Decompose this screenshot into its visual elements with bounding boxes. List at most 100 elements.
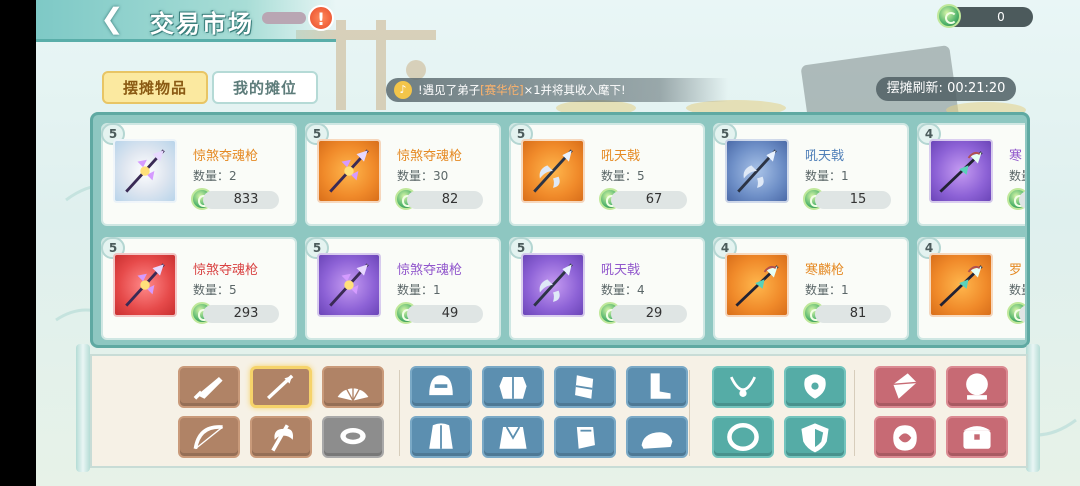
item-card[interactable]: 4罗数量： bbox=[917, 237, 1025, 340]
quantity-label: 数量： bbox=[397, 283, 434, 297]
orb-filter-icon[interactable] bbox=[946, 366, 1008, 408]
item-name: 寒 bbox=[1009, 149, 1023, 164]
quantity-label: 数量： bbox=[193, 169, 230, 183]
item-quantity: 数量：5 bbox=[193, 281, 237, 298]
announcement-bar: ♪ !遇见了弟子[赛华佗]×1并将其收入麾下! bbox=[386, 78, 728, 102]
halberd-icon bbox=[521, 253, 585, 317]
item-price: 29 bbox=[611, 305, 687, 323]
armor-filter-icon[interactable] bbox=[482, 366, 544, 408]
item-quantity: 数量：30 bbox=[397, 167, 448, 184]
header-banner: ❮ 交易市场 ! bbox=[36, 0, 336, 42]
page-title: 交易市场 bbox=[150, 9, 254, 38]
robe-filter-icon[interactable] bbox=[482, 416, 544, 458]
spear-filter-icon[interactable] bbox=[250, 366, 312, 408]
quantity-value: 1 bbox=[841, 283, 849, 297]
helmet-filter-icon[interactable] bbox=[410, 366, 472, 408]
fan-filter-icon[interactable] bbox=[322, 366, 384, 408]
spear-icon bbox=[317, 253, 381, 317]
bow-filter-icon[interactable] bbox=[178, 416, 240, 458]
market-screen: ❮ 交易市场 ! 0 摆摊物品 我的摊位 ♪ !遇见了弟子[赛华佗]×1并将其收… bbox=[36, 0, 1080, 486]
refresh-timer: 摆摊刷新: 00:21:20 bbox=[876, 77, 1016, 101]
quantity-label: 数量： bbox=[1009, 169, 1025, 183]
quantity-value: 2 bbox=[229, 169, 237, 183]
item-price: 82 bbox=[407, 191, 483, 209]
item-name: 惊煞夺魂枪 bbox=[193, 149, 259, 164]
tab-stall-items[interactable]: 摆摊物品 bbox=[102, 71, 208, 104]
item-quantity: 数量：2 bbox=[193, 167, 237, 184]
quantity-value: 5 bbox=[229, 283, 237, 297]
item-card[interactable]: 5 惊煞夺魂枪 数量：30 82 bbox=[305, 123, 501, 226]
item-quantity: 数量：1 bbox=[805, 167, 849, 184]
item-card[interactable]: 4寒数量： bbox=[917, 123, 1025, 226]
item-quantity: 数量： bbox=[1009, 281, 1025, 298]
axe-filter-icon[interactable] bbox=[250, 416, 312, 458]
quantity-value: 30 bbox=[433, 169, 449, 183]
talisman-filter-icon[interactable] bbox=[874, 416, 936, 458]
quantity-value: 1 bbox=[841, 169, 849, 183]
item-name: 惊煞夺魂枪 bbox=[397, 263, 463, 278]
item-card[interactable]: 5 惊煞夺魂枪 数量：1 49 bbox=[305, 237, 501, 340]
bracer-filter-icon[interactable] bbox=[554, 366, 616, 408]
quantity-label: 数量： bbox=[601, 283, 638, 297]
amulet-filter-icon[interactable] bbox=[784, 366, 846, 408]
crystal-filter-icon[interactable] bbox=[874, 366, 936, 408]
item-name: 吼天戟 bbox=[601, 149, 641, 164]
category-filter-panel bbox=[90, 354, 1028, 468]
item-price: 15 bbox=[815, 191, 891, 209]
item-name: 惊煞夺魂枪 bbox=[397, 149, 463, 164]
item-card[interactable]: 4 寒麟枪 数量：1 81 bbox=[713, 237, 909, 340]
cloak-filter-icon[interactable] bbox=[410, 416, 472, 458]
title-decoration bbox=[262, 12, 306, 24]
boot-filter-icon[interactable] bbox=[626, 366, 688, 408]
item-name: 吼天戟 bbox=[805, 149, 845, 164]
quantity-label: 数量： bbox=[193, 283, 230, 297]
item-name: 吼天戟 bbox=[601, 263, 641, 278]
lance-icon bbox=[725, 253, 789, 317]
spear-icon bbox=[317, 139, 381, 203]
sword-filter-icon[interactable] bbox=[178, 366, 240, 408]
item-card[interactable]: 5 惊煞夺魂枪 数量：2 833 bbox=[101, 123, 297, 226]
item-name: 寒麟枪 bbox=[805, 263, 845, 278]
refresh-time: 00:21:20 bbox=[947, 81, 1006, 96]
lance-icon bbox=[929, 253, 993, 317]
currency-display: 0 bbox=[937, 4, 1033, 28]
notice-prefix: !遇见了弟子 bbox=[418, 83, 481, 97]
necklace-filter-icon[interactable] bbox=[712, 366, 774, 408]
notice-highlight: [赛华佗] bbox=[480, 83, 524, 97]
divider bbox=[854, 370, 855, 456]
item-grid-viewport[interactable]: 5 惊煞夺魂枪 数量：2 833 5 惊煞夺魂枪 数量：30 82 5 吼天戟 数量：5 67 5 吼天戟… bbox=[93, 115, 1025, 345]
item-card[interactable]: 5 惊煞夺魂枪 数量：5 293 bbox=[101, 237, 297, 340]
alert-icon[interactable]: ! bbox=[308, 5, 334, 31]
divider bbox=[689, 370, 690, 456]
quantity-label: 数量： bbox=[805, 283, 842, 297]
quantity-label: 数量： bbox=[601, 169, 638, 183]
item-card[interactable]: 5 吼天戟 数量：1 15 bbox=[713, 123, 909, 226]
halberd-icon bbox=[521, 139, 585, 203]
spear-icon bbox=[113, 139, 177, 203]
spear-icon bbox=[113, 253, 177, 317]
item-price: 49 bbox=[407, 305, 483, 323]
bracelet-filter-icon[interactable] bbox=[712, 416, 774, 458]
item-quantity: 数量：1 bbox=[397, 281, 441, 298]
chest-filter-icon[interactable] bbox=[946, 416, 1008, 458]
shoe-filter-icon[interactable] bbox=[626, 416, 688, 458]
tab-my-stall[interactable]: 我的摊位 bbox=[212, 71, 318, 104]
quantity-value: 1 bbox=[433, 283, 441, 297]
item-price: 833 bbox=[203, 191, 279, 209]
item-price: 293 bbox=[203, 305, 279, 323]
back-arrow-icon[interactable]: ❮ bbox=[94, 4, 130, 34]
scroll-rod-left bbox=[76, 344, 90, 472]
ring-filter-icon[interactable] bbox=[322, 416, 384, 458]
item-card[interactable]: 5 吼天戟 数量：4 29 bbox=[509, 237, 705, 340]
item-name: 罗 bbox=[1009, 263, 1023, 278]
jade-coin-icon bbox=[937, 4, 961, 28]
item-card[interactable]: 5 吼天戟 数量：5 67 bbox=[509, 123, 705, 226]
item-quantity: 数量： bbox=[1009, 167, 1025, 184]
shield-filter-icon[interactable] bbox=[784, 416, 846, 458]
item-grid: 5 惊煞夺魂枪 数量：2 833 5 惊煞夺魂枪 数量：30 82 5 吼天戟 数量：5 67 5 吼天戟… bbox=[90, 112, 1030, 348]
quantity-label: 数量： bbox=[1009, 283, 1025, 297]
gauntlet-filter-icon[interactable] bbox=[554, 416, 616, 458]
refresh-label: 摆摊刷新: bbox=[886, 81, 943, 96]
scroll-rod-right bbox=[1026, 344, 1040, 472]
quantity-label: 数量： bbox=[397, 169, 434, 183]
